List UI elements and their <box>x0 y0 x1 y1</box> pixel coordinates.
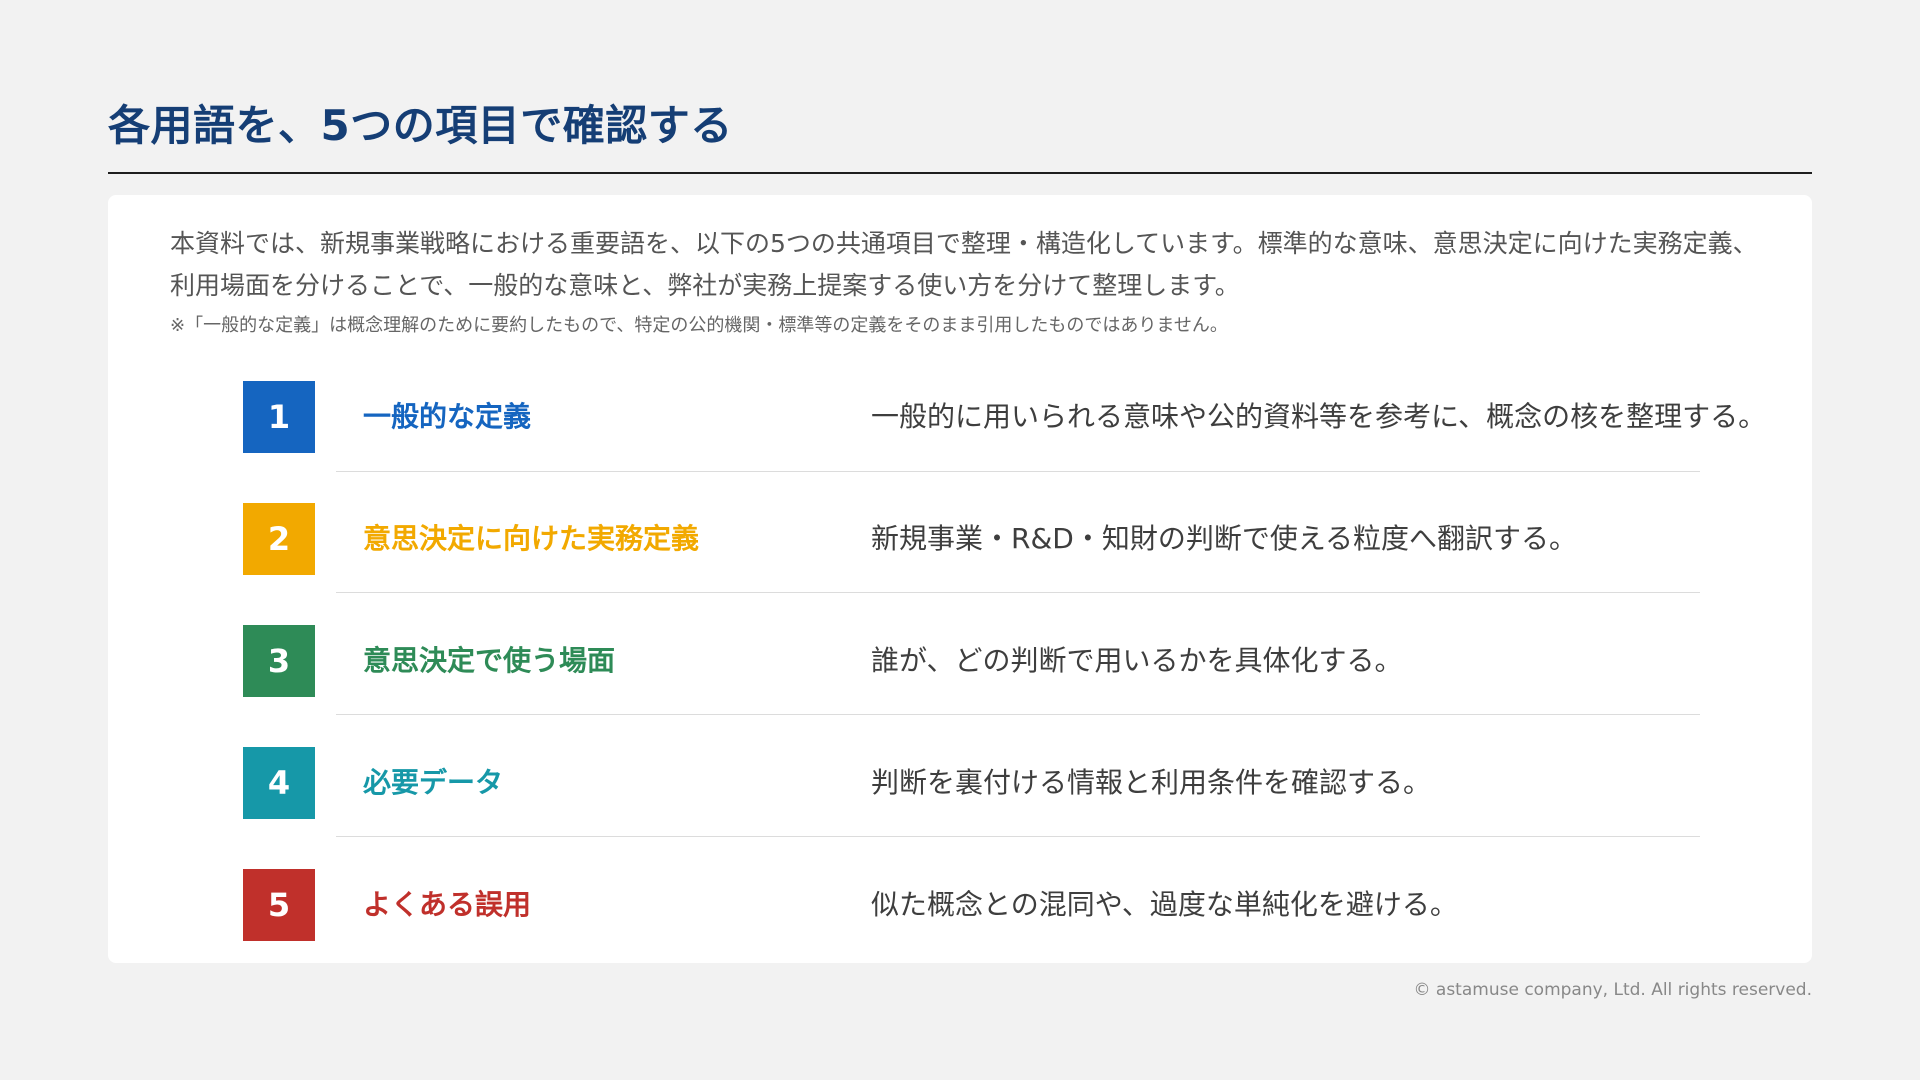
item-description: 新規事業・R&D・知財の判断で使える粒度へ翻訳する。 <box>871 522 1578 555</box>
list-item-2: 2 意思決定に向けた実務定義 新規事業・R&D・知財の判断で使える粒度へ翻訳する… <box>243 503 1675 575</box>
item-description: 似た概念との混同や、過度な単純化を避ける。 <box>871 888 1458 921</box>
item-divider <box>336 592 1700 593</box>
list-item-1: 1 一般的な定義 一般的に用いられる意味や公的資料等を参考に、概念の核を整理する… <box>243 381 1766 453</box>
item-title: 必要データ <box>363 766 504 799</box>
list-item-5: 5 よくある誤用 似た概念との混同や、過度な単純化を避ける。 <box>243 869 1675 941</box>
item-number-badge: 1 <box>243 381 315 453</box>
item-list: 1 一般的な定義 一般的に用いられる意味や公的資料等を参考に、概念の核を整理する… <box>108 195 1812 963</box>
item-divider <box>336 836 1700 837</box>
title-divider <box>108 172 1812 174</box>
content-card: 本資料では、新規事業戦略における重要語を、以下の5つの共通項目で整理・構造化して… <box>108 195 1812 963</box>
item-title: 一般的な定義 <box>363 400 532 433</box>
item-title: 意思決定で使う場面 <box>363 644 616 677</box>
item-description: 判断を裏付ける情報と利用条件を確認する。 <box>871 766 1432 799</box>
item-description: 一般的に用いられる意味や公的資料等を参考に、概念の核を整理する。 <box>871 400 1767 433</box>
item-number-badge: 2 <box>243 503 315 575</box>
item-description: 誰が、どの判断で用いるかを具体化する。 <box>871 644 1403 677</box>
list-item-4: 4 必要データ 判断を裏付ける情報と利用条件を確認する。 <box>243 747 1675 819</box>
list-item-3: 3 意思決定で使う場面 誰が、どの判断で用いるかを具体化する。 <box>243 625 1675 697</box>
item-divider <box>336 714 1700 715</box>
item-number-badge: 3 <box>243 625 315 697</box>
page-title: 各用語を、5つの項目で確認する <box>108 101 733 150</box>
item-divider <box>336 471 1700 472</box>
item-number-badge: 5 <box>243 869 315 941</box>
item-title: よくある誤用 <box>363 888 532 921</box>
item-title: 意思決定に向けた実務定義 <box>363 522 700 555</box>
copyright-footer: © astamuse company, Ltd. All rights rese… <box>1413 980 1813 1000</box>
item-number-badge: 4 <box>243 747 315 819</box>
